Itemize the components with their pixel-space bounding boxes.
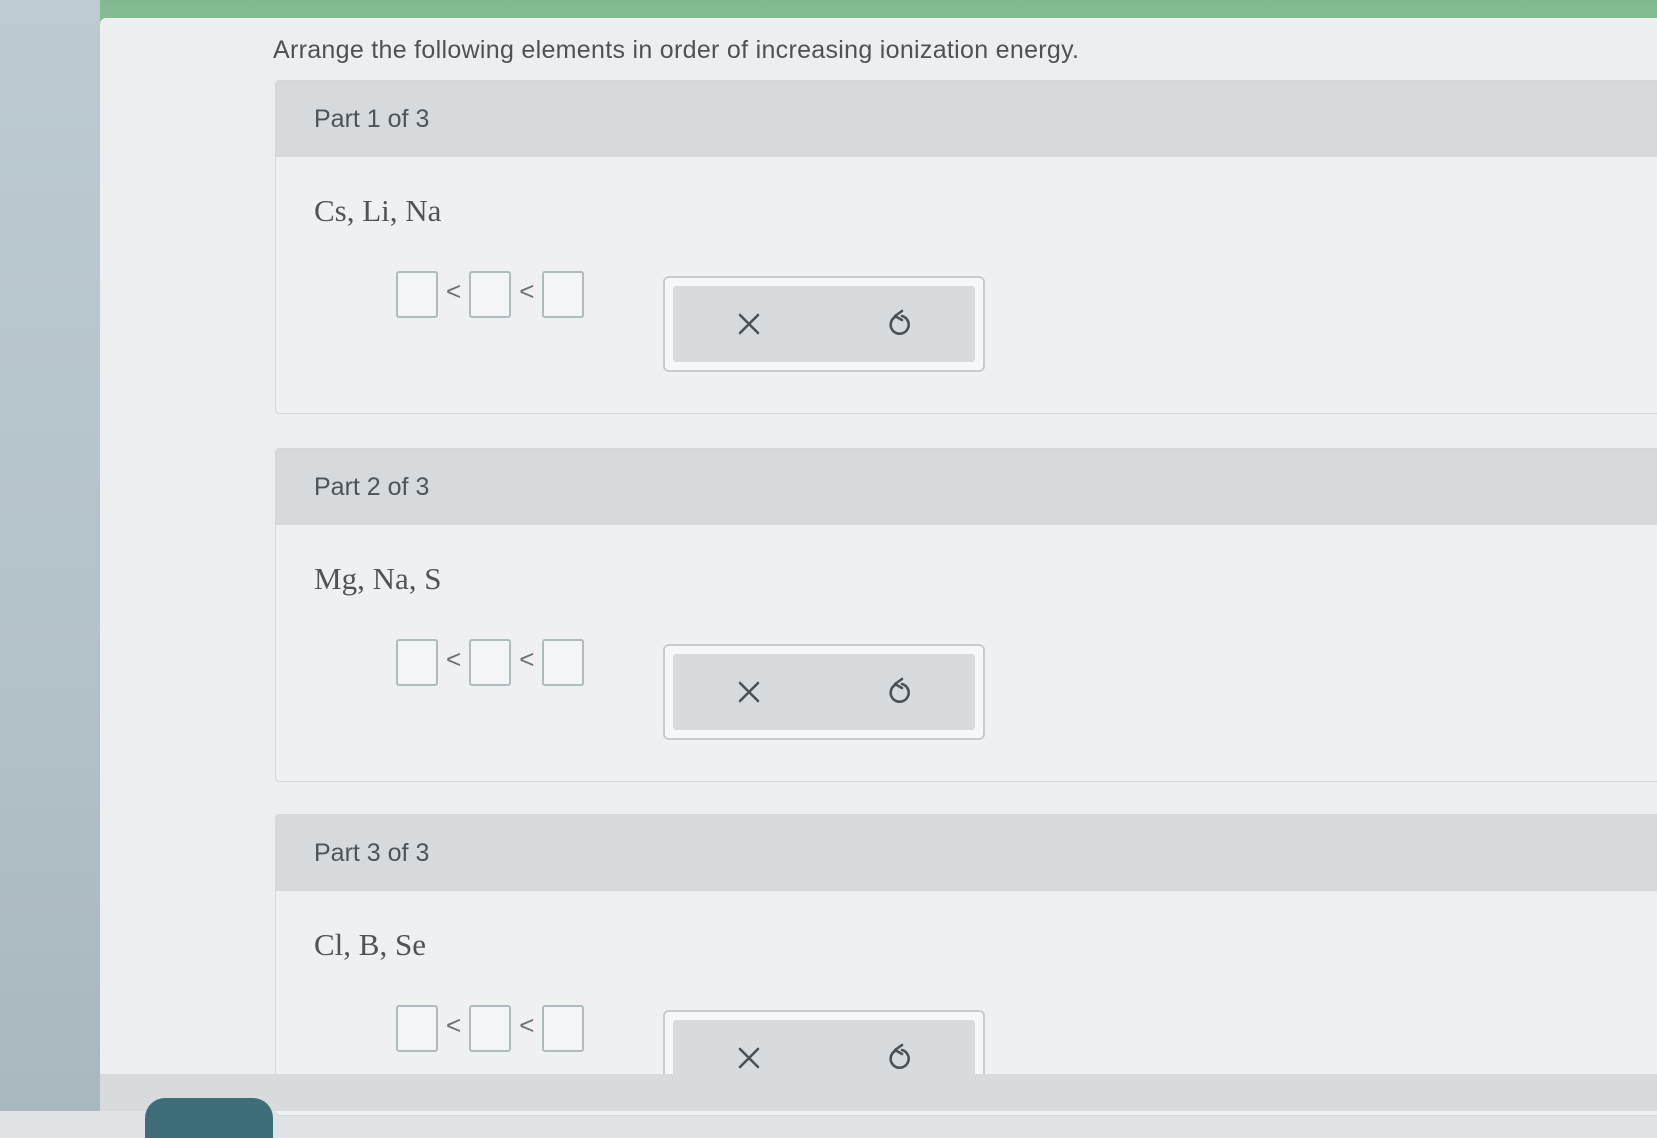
answer-slot-1[interactable] bbox=[396, 271, 438, 318]
less-than-sign: < bbox=[519, 1010, 535, 1040]
part-2-header: Part 2 of 3 bbox=[276, 449, 1657, 525]
answer-slot-1[interactable] bbox=[396, 1005, 438, 1052]
answer-slot-3[interactable] bbox=[542, 639, 585, 686]
less-than-sign: < bbox=[519, 276, 535, 306]
part-2-answer-row: < < bbox=[396, 639, 585, 686]
reset-button[interactable] bbox=[883, 1041, 917, 1075]
part-1-elements: Cs, Li, Na bbox=[314, 193, 442, 228]
clear-button[interactable] bbox=[732, 1041, 766, 1075]
part-1-tools bbox=[663, 276, 985, 372]
part-1-answer-row: < < bbox=[396, 271, 585, 318]
clear-button[interactable] bbox=[732, 675, 766, 709]
clear-button[interactable] bbox=[732, 307, 766, 341]
close-icon bbox=[738, 313, 759, 335]
bottom-toolbar bbox=[100, 1074, 1657, 1111]
undo-icon bbox=[888, 677, 910, 703]
question-prompt: Arrange the following elements in order … bbox=[273, 36, 1080, 64]
close-icon bbox=[738, 681, 759, 703]
part-2-title: Part 2 of 3 bbox=[314, 472, 430, 501]
part-2-elements: Mg, Na, S bbox=[314, 561, 442, 596]
part-3-header: Part 3 of 3 bbox=[276, 815, 1657, 891]
part-2-panel: Part 2 of 3 Mg, Na, S < < bbox=[275, 448, 1657, 782]
part-2-tools bbox=[663, 644, 985, 740]
part-3-elements: Cl, B, Se bbox=[314, 927, 426, 962]
part-1-title: Part 1 of 3 bbox=[314, 104, 430, 133]
undo-icon bbox=[888, 1043, 910, 1069]
reset-button[interactable] bbox=[883, 675, 917, 709]
less-than-sign: < bbox=[519, 644, 535, 674]
question-page: Arrange the following elements in order … bbox=[100, 18, 1657, 1116]
part-3-title: Part 3 of 3 bbox=[314, 838, 430, 867]
undo-icon bbox=[888, 309, 910, 335]
answer-slot-2[interactable] bbox=[469, 1005, 512, 1052]
close-icon bbox=[738, 1047, 759, 1069]
answer-slot-2[interactable] bbox=[469, 271, 512, 318]
bottom-action-button[interactable] bbox=[145, 1098, 273, 1138]
less-than-sign: < bbox=[446, 1010, 462, 1040]
part-1-header: Part 1 of 3 bbox=[276, 81, 1657, 157]
answer-slot-3[interactable] bbox=[542, 1005, 585, 1052]
left-margin bbox=[0, 0, 100, 1111]
part-1-panel: Part 1 of 3 Cs, Li, Na < < bbox=[275, 80, 1657, 414]
part-3-answer-row: < < bbox=[396, 1005, 585, 1052]
less-than-sign: < bbox=[446, 276, 462, 306]
answer-slot-2[interactable] bbox=[469, 639, 512, 686]
answer-slot-3[interactable] bbox=[542, 271, 585, 318]
answer-slot-1[interactable] bbox=[396, 639, 438, 686]
reset-button[interactable] bbox=[883, 307, 917, 341]
part-3-panel: Part 3 of 3 Cl, B, Se < < bbox=[275, 814, 1657, 1116]
less-than-sign: < bbox=[446, 644, 462, 674]
